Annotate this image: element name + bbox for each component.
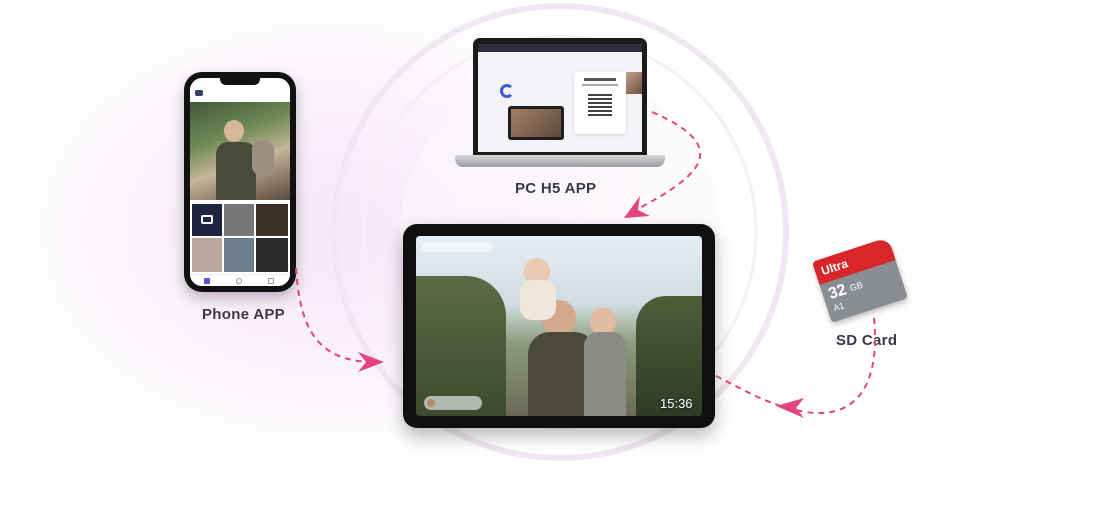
arrow-phone-to-frame bbox=[295, 267, 371, 363]
arrow-head-phone bbox=[358, 352, 384, 372]
arrow-sd-to-frame bbox=[715, 317, 876, 415]
diagram-canvas: Phone APP PC H5 APP 15:36 Ultra 32 GB A1… bbox=[0, 0, 1103, 508]
arrow-head-sd bbox=[776, 398, 804, 418]
connection-arrows bbox=[295, 111, 876, 418]
arrow-pc-to-frame bbox=[639, 111, 702, 209]
arrow-head-pc bbox=[624, 196, 650, 218]
